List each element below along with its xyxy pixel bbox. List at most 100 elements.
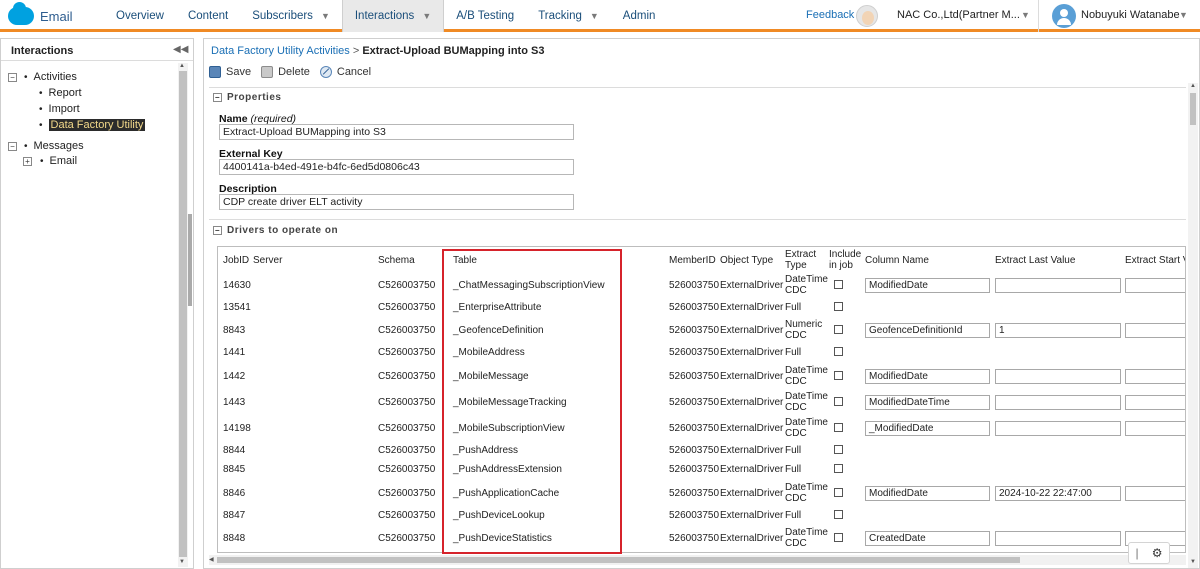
- description-field[interactable]: CDP create driver ELT activity: [219, 194, 574, 210]
- extract-start-value-field[interactable]: [1125, 278, 1185, 293]
- extract-last-value-field[interactable]: [995, 278, 1121, 293]
- delete-label: Delete: [278, 66, 310, 78]
- external-key-field[interactable]: 4400141a-b4ed-491e-b4fc-6ed5d0806c43: [219, 159, 574, 175]
- panel-splitter[interactable]: [188, 214, 192, 306]
- floating-widget[interactable]: | ⚙: [1128, 542, 1170, 564]
- include-in-job-checkbox[interactable]: [834, 325, 843, 334]
- tree-node-report[interactable]: • Report: [39, 87, 82, 99]
- tree-node-email[interactable]: + • Email: [23, 155, 77, 167]
- extract-last-value-field[interactable]: 2024-10-22 22:47:00: [995, 486, 1121, 501]
- extract-last-value-field[interactable]: [995, 421, 1121, 436]
- nav-a-b-testing[interactable]: A/B Testing: [444, 0, 526, 32]
- properties-title: Properties: [227, 92, 282, 103]
- tree-node-messages[interactable]: − • Messages: [8, 140, 84, 152]
- breadcrumb-parent-link[interactable]: Data Factory Utility Activities: [211, 45, 350, 57]
- scrollbar-thumb[interactable]: [179, 71, 187, 557]
- name-field[interactable]: Extract-Upload BUMapping into S3: [219, 124, 574, 140]
- horizontal-scrollbar[interactable]: ◀: [209, 555, 1186, 565]
- scrollbar-thumb[interactable]: [1190, 93, 1196, 125]
- column-name-field[interactable]: ModifiedDate: [865, 369, 990, 384]
- include-in-job-checkbox[interactable]: [834, 533, 843, 542]
- include-in-job-checkbox[interactable]: [834, 347, 843, 356]
- user-avatar-icon[interactable]: [1052, 4, 1076, 28]
- main-scrollbar[interactable]: ▲ ▼: [1188, 83, 1198, 568]
- collapse-section-icon[interactable]: −: [213, 93, 222, 102]
- save-button[interactable]: Save: [209, 66, 251, 78]
- user-chevron-down-icon[interactable]: ▼: [1179, 10, 1188, 20]
- scroll-left-icon[interactable]: ◀: [209, 556, 214, 563]
- extract-start-value-field[interactable]: [1125, 369, 1185, 384]
- column-header: Schema: [378, 255, 415, 266]
- drivers-section-header[interactable]: − Drivers to operate on: [213, 225, 338, 236]
- chevron-down-icon[interactable]: ▼: [422, 11, 431, 21]
- tree-node-activities[interactable]: − • Activities: [8, 71, 77, 83]
- collapse-toggle-icon[interactable]: −: [8, 72, 17, 82]
- scrollbar-thumb[interactable]: [217, 557, 1020, 563]
- nav-overview[interactable]: Overview: [104, 0, 176, 32]
- include-in-job-checkbox[interactable]: [834, 371, 843, 380]
- nav-subscribers[interactable]: Subscribers ▼: [240, 0, 342, 32]
- column-name-field[interactable]: GeofenceDefinitionId: [865, 323, 990, 338]
- tree-node-data-factory-utility[interactable]: • Data Factory Utility: [39, 119, 146, 131]
- scroll-down-icon[interactable]: ▼: [179, 559, 185, 565]
- extract-type-cell: DateTime CDC: [785, 417, 828, 439]
- extract-start-value-field[interactable]: [1125, 395, 1185, 410]
- scroll-up-icon[interactable]: ▲: [1190, 83, 1196, 89]
- collapse-toggle-icon[interactable]: −: [8, 141, 17, 151]
- org-chevron-down-icon[interactable]: ▼: [1021, 10, 1030, 20]
- job-id-cell: 8846: [223, 488, 246, 499]
- extract-start-value-field[interactable]: [1125, 486, 1185, 501]
- delete-button[interactable]: Delete: [261, 66, 310, 78]
- expand-toggle-icon[interactable]: +: [23, 156, 32, 166]
- feedback-link[interactable]: Feedback: [806, 9, 854, 21]
- settings-gear-icon[interactable]: ⚙: [1152, 546, 1163, 560]
- extract-last-value-field[interactable]: [995, 369, 1121, 384]
- chevron-down-icon[interactable]: ▼: [321, 11, 330, 21]
- nav-admin[interactable]: Admin: [611, 0, 668, 32]
- column-name-field[interactable]: ModifiedDate: [865, 278, 990, 293]
- include-in-job-checkbox[interactable]: [834, 423, 843, 432]
- schema-cell: C526003750: [378, 325, 436, 336]
- extract-type-cell: DateTime CDC: [785, 527, 828, 549]
- org-switcher[interactable]: NAC Co.,Ltd(Partner M...: [897, 9, 1020, 21]
- extract-start-value-field[interactable]: [1125, 421, 1185, 436]
- extract-start-value-field[interactable]: [1125, 323, 1185, 338]
- scroll-up-icon[interactable]: ▲: [179, 63, 185, 69]
- user-menu[interactable]: Nobuyuki Watanabe: [1081, 9, 1180, 21]
- extract-last-value-field[interactable]: 1: [995, 323, 1121, 338]
- table-name-cell: _PushDeviceStatistics: [453, 533, 552, 544]
- include-in-job-checkbox[interactable]: [834, 510, 843, 519]
- nav-tracking[interactable]: Tracking ▼: [526, 0, 611, 32]
- properties-section-header[interactable]: − Properties: [213, 92, 281, 103]
- nav-interactions[interactable]: Interactions ▼: [341, 0, 445, 32]
- member-id-cell: 526003750: [669, 510, 720, 521]
- include-in-job-checkbox[interactable]: [834, 280, 843, 289]
- column-name-field[interactable]: _ModifiedDate: [865, 421, 990, 436]
- include-in-job-checkbox[interactable]: [834, 302, 843, 311]
- include-in-job-checkbox[interactable]: [834, 445, 843, 454]
- collapse-section-icon[interactable]: −: [213, 226, 222, 235]
- einstein-avatar-icon[interactable]: [856, 5, 878, 27]
- nav-content[interactable]: Content: [176, 0, 240, 32]
- member-id-cell: 526003750: [669, 464, 720, 475]
- include-in-job-checkbox[interactable]: [834, 464, 843, 473]
- nav-item-label: Admin: [622, 10, 656, 22]
- tree-scrollbar[interactable]: ▲ ▼: [178, 63, 188, 567]
- extract-last-value-field[interactable]: [995, 531, 1121, 546]
- cancel-button[interactable]: Cancel: [319, 66, 371, 78]
- top-navigation: Email Overview Content Subscribers ▼ Interac…: [0, 0, 1200, 32]
- chevron-down-icon[interactable]: ▼: [590, 11, 599, 21]
- table-name-cell: _PushAddress: [453, 445, 519, 456]
- brand[interactable]: Email: [8, 2, 73, 26]
- column-name-field[interactable]: CreatedDate: [865, 531, 990, 546]
- member-id-cell: 526003750: [669, 371, 720, 382]
- tree-node-import[interactable]: • Import: [39, 103, 80, 115]
- collapse-panel-icon[interactable]: ◀◀: [173, 44, 188, 55]
- column-name-field[interactable]: ModifiedDate: [865, 486, 990, 501]
- include-in-job-checkbox[interactable]: [834, 397, 843, 406]
- schema-cell: C526003750: [378, 302, 436, 313]
- extract-last-value-field[interactable]: [995, 395, 1121, 410]
- column-name-field[interactable]: ModifiedDateTime: [865, 395, 990, 410]
- include-in-job-checkbox[interactable]: [834, 488, 843, 497]
- scroll-down-icon[interactable]: ▼: [1190, 559, 1196, 565]
